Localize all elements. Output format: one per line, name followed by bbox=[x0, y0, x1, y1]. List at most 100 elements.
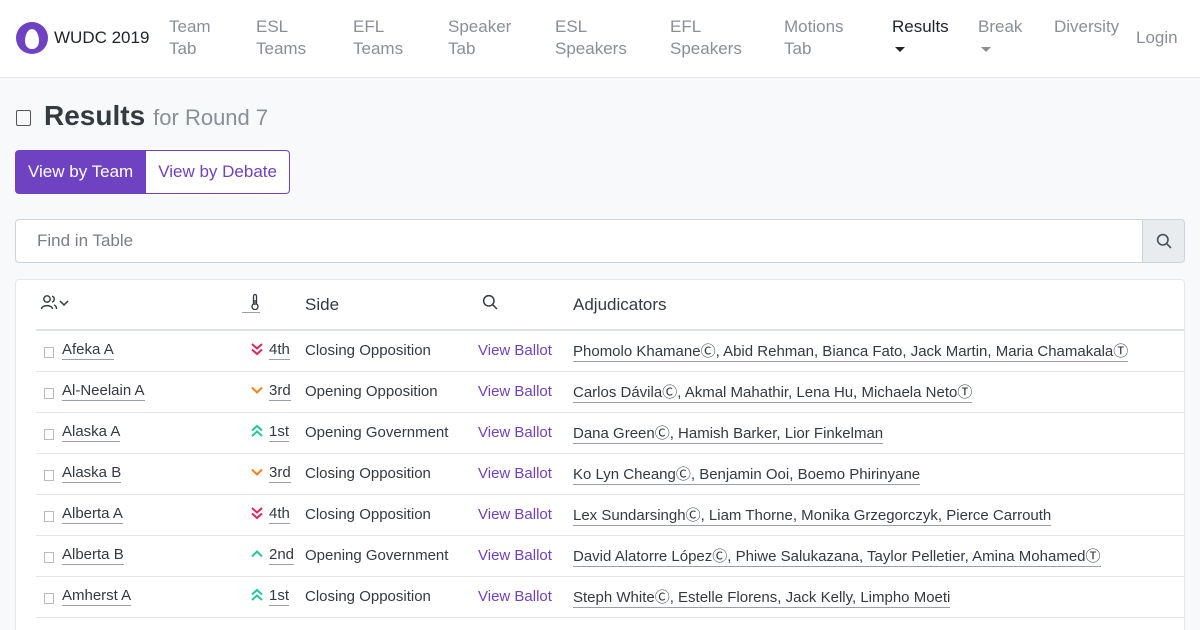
nav-label: Diversity bbox=[1054, 17, 1120, 36]
header-team[interactable] bbox=[36, 280, 242, 331]
table-row: Amherst A 1st Closing Opposition View Ba… bbox=[36, 576, 1184, 618]
rank-cell: 1st bbox=[242, 412, 305, 454]
rank-sort-header[interactable] bbox=[242, 294, 260, 313]
team-cell: Alaska B bbox=[36, 453, 242, 495]
view-ballot-link[interactable]: View Ballot bbox=[478, 547, 552, 564]
team-cell: Alberta A bbox=[36, 494, 242, 536]
team-cell: Alaska A bbox=[36, 412, 242, 454]
brand-link[interactable]: WUDC 2019 bbox=[16, 22, 149, 54]
ballot-cell: View Ballot bbox=[478, 330, 573, 372]
view-by-debate-button[interactable]: View by Debate bbox=[146, 150, 290, 194]
team-emoji-icon bbox=[44, 387, 54, 399]
team-name[interactable]: Alaska A bbox=[62, 423, 121, 442]
nav-speaker-tab[interactable]: Speaker Tab bbox=[448, 16, 511, 60]
team-emoji-icon bbox=[44, 469, 54, 481]
rank-value: 4th bbox=[269, 505, 290, 524]
nav-diversity[interactable]: Diversity bbox=[1054, 16, 1119, 38]
chevron-down-icon bbox=[250, 465, 269, 483]
adjudicators-list[interactable]: Lex SundarsinghⒸ, Liam Thorne, Monika Gr… bbox=[573, 507, 1052, 526]
rank-value: 1st bbox=[269, 587, 290, 606]
header-ballot[interactable] bbox=[478, 280, 573, 331]
header-adjudicators[interactable]: Adjudicators bbox=[573, 280, 1184, 331]
table-row: Alberta B 2nd Opening Government View Ba… bbox=[36, 535, 1184, 577]
nav-label: Tab bbox=[784, 39, 812, 58]
view-ballot-link[interactable]: View Ballot bbox=[478, 588, 552, 605]
table-row: Al-Neelain A 3rd Opening Opposition View… bbox=[36, 371, 1184, 413]
adjudicators-list[interactable]: Carlos DávilaⒸ, Akmal Mahathir, Lena Hu,… bbox=[573, 384, 973, 403]
nav-label: Break bbox=[978, 17, 1023, 36]
view-by-team-button[interactable]: View by Team bbox=[15, 150, 147, 194]
nav-results-dropdown[interactable]: Results bbox=[892, 16, 949, 60]
nav-label: Speaker bbox=[448, 17, 512, 36]
team-name[interactable]: Al-Neelain A bbox=[62, 382, 145, 401]
page-title: Results for Round 7 bbox=[16, 100, 268, 132]
view-ballot-link[interactable]: View Ballot bbox=[478, 342, 552, 359]
nav-label: Speakers bbox=[555, 39, 627, 58]
search-icon bbox=[482, 294, 498, 310]
rank-cell: 1st bbox=[242, 576, 305, 618]
view-ballot-link[interactable]: View Ballot bbox=[478, 383, 552, 400]
view-ballot-link[interactable]: View Ballot bbox=[478, 506, 552, 523]
nav-caret bbox=[892, 38, 949, 60]
table-header-row: Side Adjudicators bbox=[36, 280, 1184, 331]
team-name[interactable]: Alaska B bbox=[62, 464, 122, 483]
caret-down-icon bbox=[981, 47, 991, 53]
ballot-header[interactable] bbox=[478, 294, 498, 310]
team-cell: Afeka A bbox=[36, 330, 242, 372]
team-cell-inner: Alaska A bbox=[36, 423, 242, 442]
chevron-down-icon bbox=[251, 468, 263, 476]
nav-login[interactable]: Login bbox=[1136, 27, 1178, 49]
chevron-down-double-icon bbox=[250, 506, 269, 524]
rank-cell-inner: 1st bbox=[242, 587, 305, 606]
rank-value: 1st bbox=[269, 423, 290, 442]
nav-label: Motions bbox=[784, 17, 844, 36]
adjudicators-list[interactable]: Phomolo KhamaneⒸ, Abid Rehman, Bianca Fa… bbox=[573, 343, 1129, 363]
chevron-up-double-icon bbox=[250, 588, 269, 606]
view-ballot-link[interactable]: View Ballot bbox=[478, 465, 552, 482]
rank-cell-inner: 4th bbox=[242, 505, 305, 524]
ballot-cell: View Ballot bbox=[478, 535, 573, 577]
search-button[interactable] bbox=[1143, 219, 1185, 263]
nav-motions-tab[interactable]: Motions Tab bbox=[784, 16, 844, 60]
nav-efl-teams[interactable]: EFL Teams bbox=[353, 16, 403, 60]
header-rank[interactable] bbox=[242, 280, 305, 331]
table-row: Alberta A 4th Closing Opposition View Ba… bbox=[36, 494, 1184, 536]
chevron-down-double-icon bbox=[250, 342, 269, 360]
nav-esl-speakers[interactable]: ESL Speakers bbox=[555, 16, 627, 60]
nav-break-dropdown[interactable]: Break bbox=[978, 16, 1022, 60]
chevron-down-icon bbox=[251, 386, 263, 394]
nav-label: ESL bbox=[555, 17, 588, 36]
chevron-down-double-icon bbox=[251, 343, 263, 356]
view-ballot-link[interactable]: View Ballot bbox=[478, 424, 552, 441]
chevron-up-double-icon bbox=[251, 588, 263, 601]
nav-esl-teams[interactable]: ESL Teams bbox=[256, 16, 306, 60]
ballot-cell: View Ballot bbox=[478, 371, 573, 413]
team-name[interactable]: Amherst A bbox=[62, 587, 132, 606]
ballot-cell: View Ballot bbox=[478, 453, 573, 495]
nav-team-tab[interactable]: Team Tab bbox=[169, 16, 211, 60]
adjudicators-cell: David Alatorre LópezⒸ, Phiwe Salukazana,… bbox=[573, 535, 1184, 577]
team-name[interactable]: Alberta A bbox=[62, 505, 123, 524]
adjudicators-cell: Phomolo KhamaneⒸ, Abid Rehman, Bianca Fa… bbox=[573, 330, 1184, 372]
chevron-down-icon bbox=[250, 383, 269, 401]
side-cell: Closing Opposition bbox=[305, 576, 478, 618]
table-row: Afeka A 4th Closing Opposition View Ball… bbox=[36, 330, 1184, 372]
nav-efl-speakers[interactable]: EFL Speakers bbox=[670, 16, 742, 60]
chevron-up-icon bbox=[251, 549, 263, 557]
table-body: Afeka A 4th Closing Opposition View Ball… bbox=[36, 330, 1184, 618]
team-name[interactable]: Alberta B bbox=[62, 546, 124, 565]
nav-label: Speakers bbox=[670, 39, 742, 58]
adjudicators-list[interactable]: Ko Lyn CheangⒸ, Benjamin Ooi, Boemo Phir… bbox=[573, 466, 921, 485]
nav-caret bbox=[978, 38, 1022, 60]
team-sort-header[interactable] bbox=[36, 294, 70, 310]
adjudicators-list[interactable]: Dana GreenⒸ, Hamish Barker, Lior Finkelm… bbox=[573, 425, 884, 444]
nav-label: Teams bbox=[256, 39, 307, 58]
rank-cell-inner: 3rd bbox=[242, 464, 305, 483]
rank-cell: 4th bbox=[242, 330, 305, 372]
adjudicators-list[interactable]: David Alatorre LópezⒸ, Phiwe Salukazana,… bbox=[573, 548, 1101, 567]
find-in-table-input[interactable] bbox=[15, 219, 1143, 263]
header-side[interactable]: Side bbox=[305, 280, 478, 331]
adjudicators-list[interactable]: Steph WhiteⒸ, Estelle Florens, Jack Kell… bbox=[573, 589, 951, 608]
nav-label: Login bbox=[1136, 28, 1178, 47]
team-name[interactable]: Afeka A bbox=[62, 341, 114, 361]
